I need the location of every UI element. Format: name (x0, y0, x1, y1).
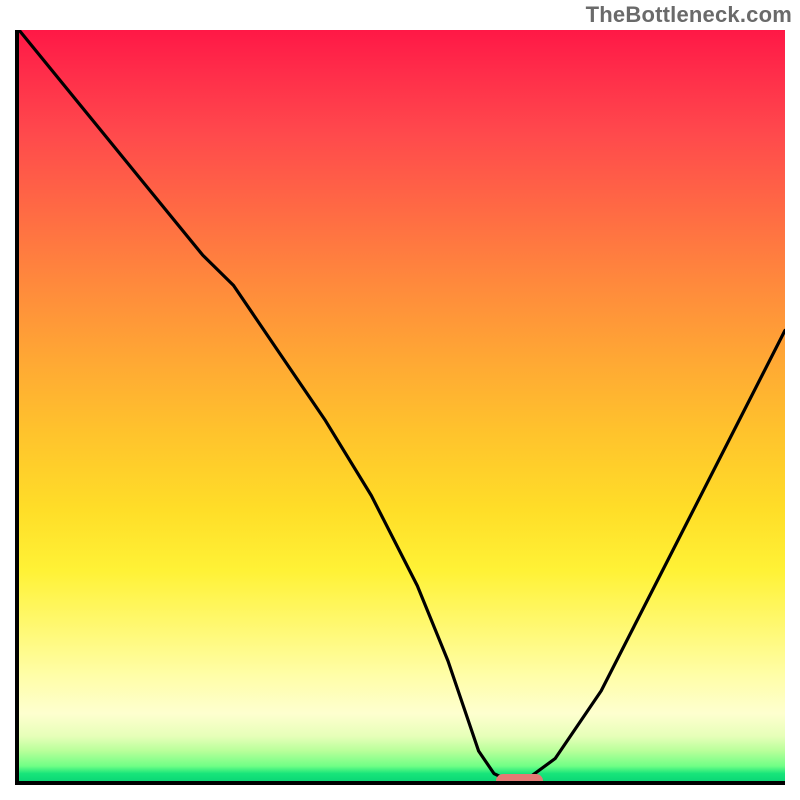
curve-layer (19, 30, 785, 781)
bottleneck-curve (19, 30, 785, 781)
plot-area (15, 30, 785, 785)
optimal-marker (496, 774, 542, 785)
chart-frame: TheBottleneck.com (0, 0, 800, 800)
watermark-text: TheBottleneck.com (586, 2, 792, 28)
